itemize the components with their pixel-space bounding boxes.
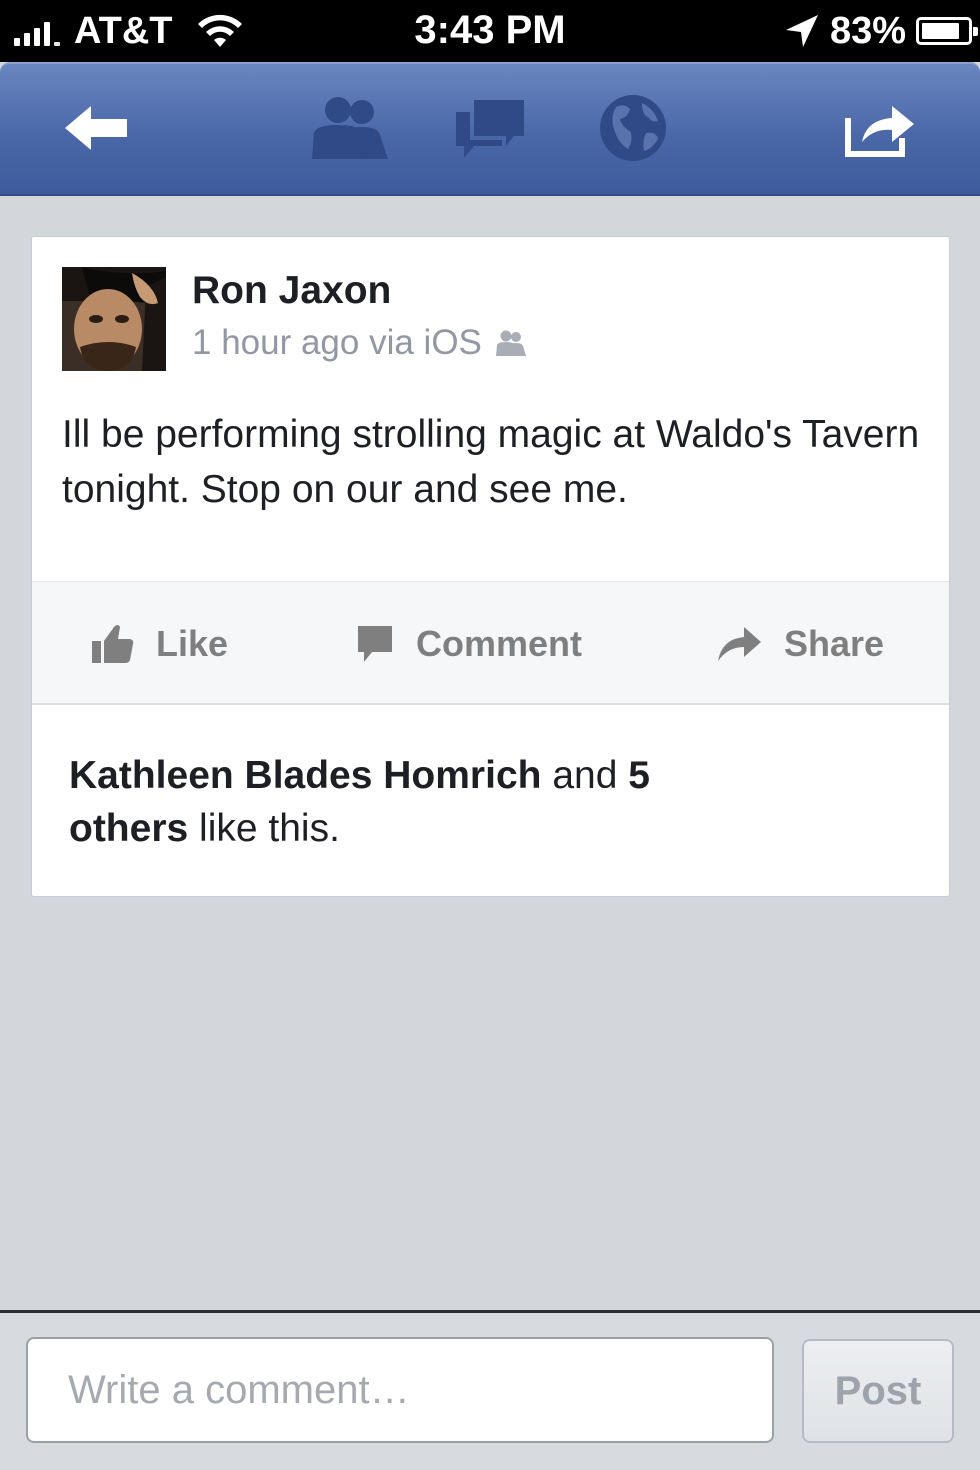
likes-summary[interactable]: Kathleen Blades Homrich and 5 others lik… bbox=[69, 749, 769, 855]
battery-nub bbox=[973, 27, 978, 36]
likes-and: and bbox=[552, 754, 618, 797]
battery-fill bbox=[922, 23, 959, 39]
post-author[interactable]: Ron Jaxon bbox=[192, 269, 391, 313]
back-arrow-icon bbox=[65, 106, 127, 150]
avatar[interactable] bbox=[62, 267, 166, 371]
messages-button[interactable] bbox=[450, 88, 530, 168]
globe-icon bbox=[600, 95, 666, 161]
comment-bar: Post bbox=[0, 1310, 980, 1470]
status-bar: AT&T 3:43 PM 83% bbox=[0, 0, 980, 62]
likes-suffix: like this. bbox=[199, 807, 340, 850]
thumbs-up-icon bbox=[92, 625, 134, 663]
share-arrow-icon bbox=[718, 627, 761, 661]
share-post-button[interactable]: Share bbox=[716, 582, 884, 706]
battery-percentage: 83% bbox=[829, 9, 906, 52]
notifications-button[interactable] bbox=[595, 88, 671, 168]
share-icon bbox=[845, 106, 914, 157]
share-button[interactable] bbox=[840, 88, 920, 168]
status-right: 83% bbox=[784, 9, 978, 52]
messages-icon bbox=[456, 100, 524, 158]
profile-photo bbox=[62, 267, 166, 371]
friends-button[interactable] bbox=[305, 88, 395, 168]
back-button[interactable] bbox=[56, 88, 136, 168]
comment-label: Comment bbox=[416, 623, 583, 664]
post-body: Ill be performing strolling magic at Wal… bbox=[62, 413, 920, 511]
post-card: Ron Jaxon 1 hour ago via iOS Ill be perf… bbox=[31, 236, 950, 897]
share-label: Share bbox=[784, 623, 885, 664]
comment-input[interactable] bbox=[26, 1337, 774, 1443]
location-arrow-icon bbox=[785, 15, 818, 47]
post-timestamp[interactable]: 1 hour ago via iOS bbox=[192, 323, 482, 363]
comment-bubble-icon bbox=[358, 626, 392, 662]
liker-name[interactable]: Kathleen Blades Homrich bbox=[69, 754, 541, 797]
post-meta: 1 hour ago via iOS bbox=[192, 323, 528, 363]
like-button[interactable]: Like bbox=[90, 582, 228, 706]
friends-icon bbox=[312, 97, 388, 159]
battery-icon bbox=[916, 17, 978, 45]
nav-bar bbox=[0, 62, 980, 196]
post-comment-button[interactable]: Post bbox=[802, 1339, 954, 1443]
post-actions: Like Comment Share bbox=[32, 581, 949, 705]
like-label: Like bbox=[156, 623, 229, 664]
comment-button[interactable]: Comment bbox=[356, 582, 582, 706]
friends-icon bbox=[495, 330, 526, 356]
